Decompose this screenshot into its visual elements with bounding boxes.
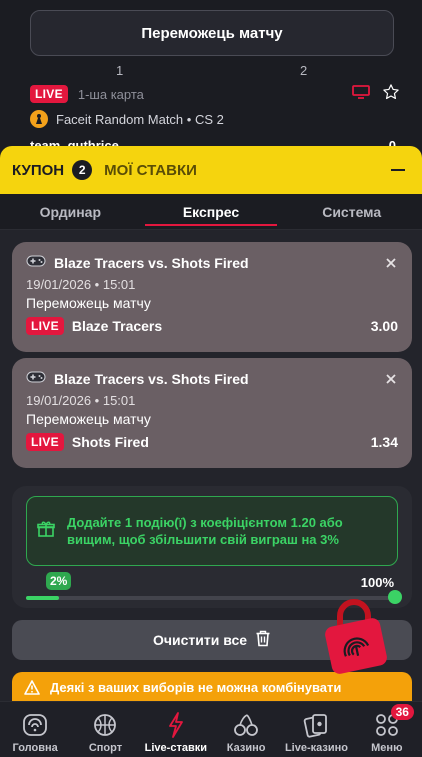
- warning-text: Деякі з ваших виборів не можна комбінува…: [50, 680, 342, 695]
- live-badge: LIVE: [30, 85, 68, 103]
- nav-sport[interactable]: Спорт: [70, 702, 140, 757]
- basketball-icon: [93, 712, 117, 738]
- nav-live-casino-label: Live-казино: [284, 742, 348, 754]
- live-badge: LIVE: [26, 317, 64, 335]
- bet-card: Blaze Tracers vs. Shots Fired 19/01/2026…: [12, 242, 412, 352]
- nav-home[interactable]: Головна: [0, 702, 70, 757]
- coupon-header: КУПОН 2 МОЇ СТАВКИ: [0, 146, 422, 194]
- fingerprint-lock-widget[interactable]: [318, 586, 408, 676]
- bet-market: Переможець матчу: [26, 411, 151, 427]
- gift-icon: [37, 520, 55, 543]
- match-title: Blaze Tracers vs. Shots Fired: [54, 254, 249, 271]
- favorite-star-icon[interactable]: [382, 83, 400, 106]
- menu-notification-badge: 36: [390, 704, 414, 720]
- coupon-count-badge: 2: [72, 160, 93, 180]
- column-1-label: 1: [116, 63, 124, 78]
- tab-my-bets[interactable]: МОЇ СТАВКИ: [104, 162, 197, 179]
- coupon-body: Blaze Tracers vs. Shots Fired 19/01/2026…: [0, 230, 422, 757]
- bonus-message-box: Додайте 1 подію(ї) з коефіцієнтом 1.20 а…: [26, 496, 398, 566]
- bet-date: 19/01/2026 • 15:01: [26, 277, 136, 292]
- home-icon: [22, 712, 48, 738]
- cherries-icon: [233, 712, 259, 738]
- tab-express[interactable]: Експрес: [141, 194, 282, 230]
- market-winner-button[interactable]: Переможець матчу: [30, 10, 394, 56]
- nav-menu[interactable]: Меню 36: [352, 702, 422, 757]
- progress-current-badge: 2%: [46, 572, 72, 590]
- bonus-message: Додайте 1 подію(ї) з коефіцієнтом 1.20 а…: [67, 515, 343, 547]
- nav-menu-label: Меню: [371, 742, 403, 754]
- warning-icon: [24, 680, 40, 698]
- faceit-logo-icon: [30, 110, 48, 128]
- tournament-label: Faceit Random Match • CS 2: [56, 111, 224, 127]
- cards-icon: [303, 712, 329, 738]
- live-event-row: LIVE 1-ша карта: [30, 83, 400, 106]
- live-badge: LIVE: [26, 433, 64, 451]
- bet-selection-row: LIVE Shots Fired 1.34: [26, 433, 398, 451]
- match-title: Blaze Tracers vs. Shots Fired: [54, 370, 249, 387]
- nav-live-bets[interactable]: Live-ставки: [141, 702, 211, 757]
- bottom-navigation: Головна Спорт Live-ставки Казино Live-ка…: [0, 701, 422, 757]
- remove-bet-icon[interactable]: [384, 372, 398, 386]
- bet-selection-row: LIVE Blaze Tracers 3.00: [26, 317, 398, 335]
- bet-odd: 3.00: [370, 318, 398, 334]
- nav-live-bets-label: Live-ставки: [144, 742, 207, 754]
- map-label: 1-ша карта: [77, 86, 144, 102]
- clear-all-label: Очистити все: [152, 632, 248, 648]
- bet-odd: 1.34: [370, 434, 398, 450]
- tournament-row: Faceit Random Match • CS 2: [30, 110, 224, 128]
- nav-live-casino[interactable]: Live-казино: [281, 702, 351, 757]
- bet-market: Переможець матчу: [26, 295, 151, 311]
- trash-icon: [255, 630, 271, 650]
- bet-date: 19/01/2026 • 15:01: [26, 393, 136, 408]
- gamepad-icon: [26, 254, 46, 271]
- nav-casino-label: Казино: [226, 742, 266, 754]
- column-2-label: 2: [300, 63, 308, 78]
- minimize-icon[interactable]: [386, 158, 410, 182]
- event-background: Переможець матчу 1 2 LIVE 1-ша карта Fac…: [0, 0, 422, 160]
- tab-single[interactable]: Ординар: [0, 194, 141, 230]
- nav-home-label: Головна: [12, 742, 58, 754]
- nav-sport-label: Спорт: [88, 742, 123, 754]
- bet-selection: Shots Fired: [71, 434, 149, 450]
- bet-card: Blaze Tracers vs. Shots Fired 19/01/2026…: [12, 358, 412, 468]
- bonus-progress-fill: [26, 596, 60, 600]
- tab-coupon[interactable]: КУПОН 2: [12, 160, 93, 180]
- nav-casino[interactable]: Казино: [211, 702, 281, 757]
- remove-bet-icon[interactable]: [384, 256, 398, 270]
- bet-type-tabs: Ординар Експрес Система: [0, 194, 422, 230]
- bet-card-title: Blaze Tracers vs. Shots Fired: [26, 370, 398, 387]
- tv-stream-icon[interactable]: [352, 84, 370, 105]
- gamepad-icon: [26, 370, 46, 387]
- online-status-dot: [388, 590, 402, 604]
- tab-coupon-label: КУПОН: [12, 161, 65, 179]
- bet-card-title: Blaze Tracers vs. Shots Fired: [26, 254, 398, 271]
- tab-system[interactable]: Система: [281, 194, 422, 230]
- bet-coupon-sheet: КУПОН 2 МОЇ СТАВКИ Ординар Експрес Систе…: [0, 146, 422, 757]
- bet-selection: Blaze Tracers: [71, 318, 163, 334]
- lightning-icon: [167, 712, 185, 738]
